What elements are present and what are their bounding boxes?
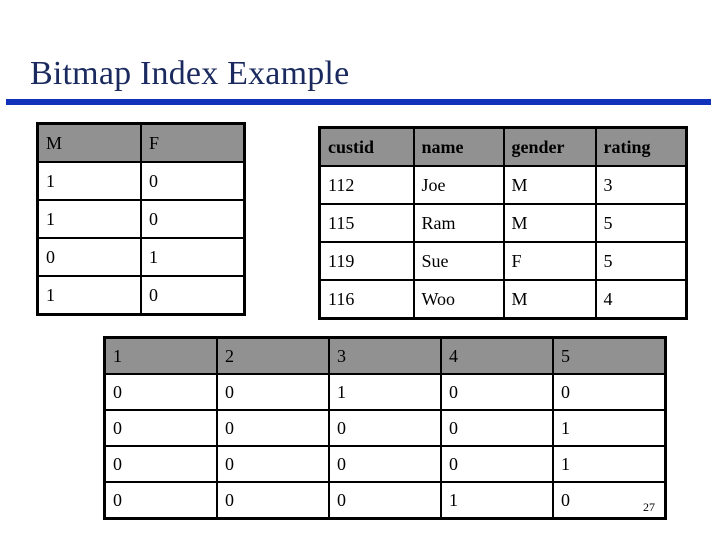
table-row: 115 Ram M 5 [318, 203, 688, 243]
table-cell: 0 [216, 373, 330, 411]
table-cell: 119 [318, 241, 415, 281]
table-header-row: custid name gender rating [318, 126, 688, 167]
column-header-m: M [36, 122, 142, 163]
gender-bitmap-table: M F 1 0 1 0 0 1 1 0 [36, 122, 246, 316]
table-cell: 1 [552, 445, 667, 483]
table-cell: 0 [552, 373, 667, 411]
table-row: 0 0 0 0 1 [103, 409, 667, 447]
table-cell: F [502, 241, 597, 281]
column-header-f: F [140, 122, 246, 163]
table-row: 119 Sue F 5 [318, 241, 688, 281]
rating-bitmap-table: 1 2 3 4 5 0 0 1 0 0 0 0 0 0 1 0 0 0 0 1 [103, 336, 667, 520]
column-header-name: name [412, 126, 505, 167]
table-cell: 0 [440, 373, 554, 411]
table-cell: Sue [412, 241, 505, 281]
page-number: 27 [643, 500, 655, 514]
table-cell: 0 [216, 481, 330, 520]
table-cell: 116 [318, 279, 415, 320]
table-cell: M [502, 203, 597, 243]
table-cell: 4 [594, 279, 688, 320]
table-cell: 115 [318, 203, 415, 243]
table-cell: 0 [103, 373, 218, 411]
table-cell: 0 [140, 199, 246, 239]
table-cell: M [502, 165, 597, 205]
table-row: 116 Woo M 4 [318, 279, 688, 320]
table-row: 1 0 [36, 199, 246, 239]
table-cell: 0 [36, 237, 142, 277]
table-cell: 0 [140, 161, 246, 201]
table-cell: 112 [318, 165, 415, 205]
customers-table: custid name gender rating 112 Joe M 3 11… [318, 126, 688, 320]
table-row: 1 0 [36, 275, 246, 316]
table-cell: 0 [328, 409, 442, 447]
page-title: Bitmap Index Example [30, 55, 350, 92]
table-cell: Ram [412, 203, 505, 243]
table-row: 0 0 0 0 1 [103, 445, 667, 483]
table-cell: 0 [440, 445, 554, 483]
table-row: 0 0 0 1 0 [103, 481, 667, 520]
table-cell: 1 [36, 199, 142, 239]
table-row: 1 0 [36, 161, 246, 201]
table-cell: 1 [328, 373, 442, 411]
table-cell: 0 [140, 275, 246, 316]
table-cell: 5 [594, 203, 688, 243]
table-cell: 0 [103, 409, 218, 447]
column-header-rating-4: 4 [440, 336, 554, 375]
table-cell: 0 [328, 445, 442, 483]
column-header-rating-2: 2 [216, 336, 330, 375]
table-header-row: M F [36, 122, 246, 163]
column-header-custid: custid [318, 126, 415, 167]
table-cell: M [502, 279, 597, 320]
table-cell: 0 [103, 481, 218, 520]
table-row: 112 Joe M 3 [318, 165, 688, 205]
table-cell: 0 [216, 409, 330, 447]
table-cell: 0 [216, 445, 330, 483]
table-cell: 1 [552, 409, 667, 447]
table-cell: Woo [412, 279, 505, 320]
table-cell: 1 [36, 275, 142, 316]
table-cell: 0 [328, 481, 442, 520]
table-header-row: 1 2 3 4 5 [103, 336, 667, 375]
column-header-rating: rating [594, 126, 688, 167]
table-cell: 1 [440, 481, 554, 520]
table-row: 0 0 1 0 0 [103, 373, 667, 411]
table-row: 0 1 [36, 237, 246, 277]
table-cell: 1 [140, 237, 246, 277]
column-header-gender: gender [502, 126, 597, 167]
title-underline-rule [6, 99, 711, 105]
column-header-rating-5: 5 [552, 336, 667, 375]
table-cell: 1 [36, 161, 142, 201]
table-cell: 3 [594, 165, 688, 205]
column-header-rating-1: 1 [103, 336, 218, 375]
table-cell: 5 [594, 241, 688, 281]
column-header-rating-3: 3 [328, 336, 442, 375]
table-cell: 0 [440, 409, 554, 447]
table-cell: Joe [412, 165, 505, 205]
table-cell: 0 [103, 445, 218, 483]
